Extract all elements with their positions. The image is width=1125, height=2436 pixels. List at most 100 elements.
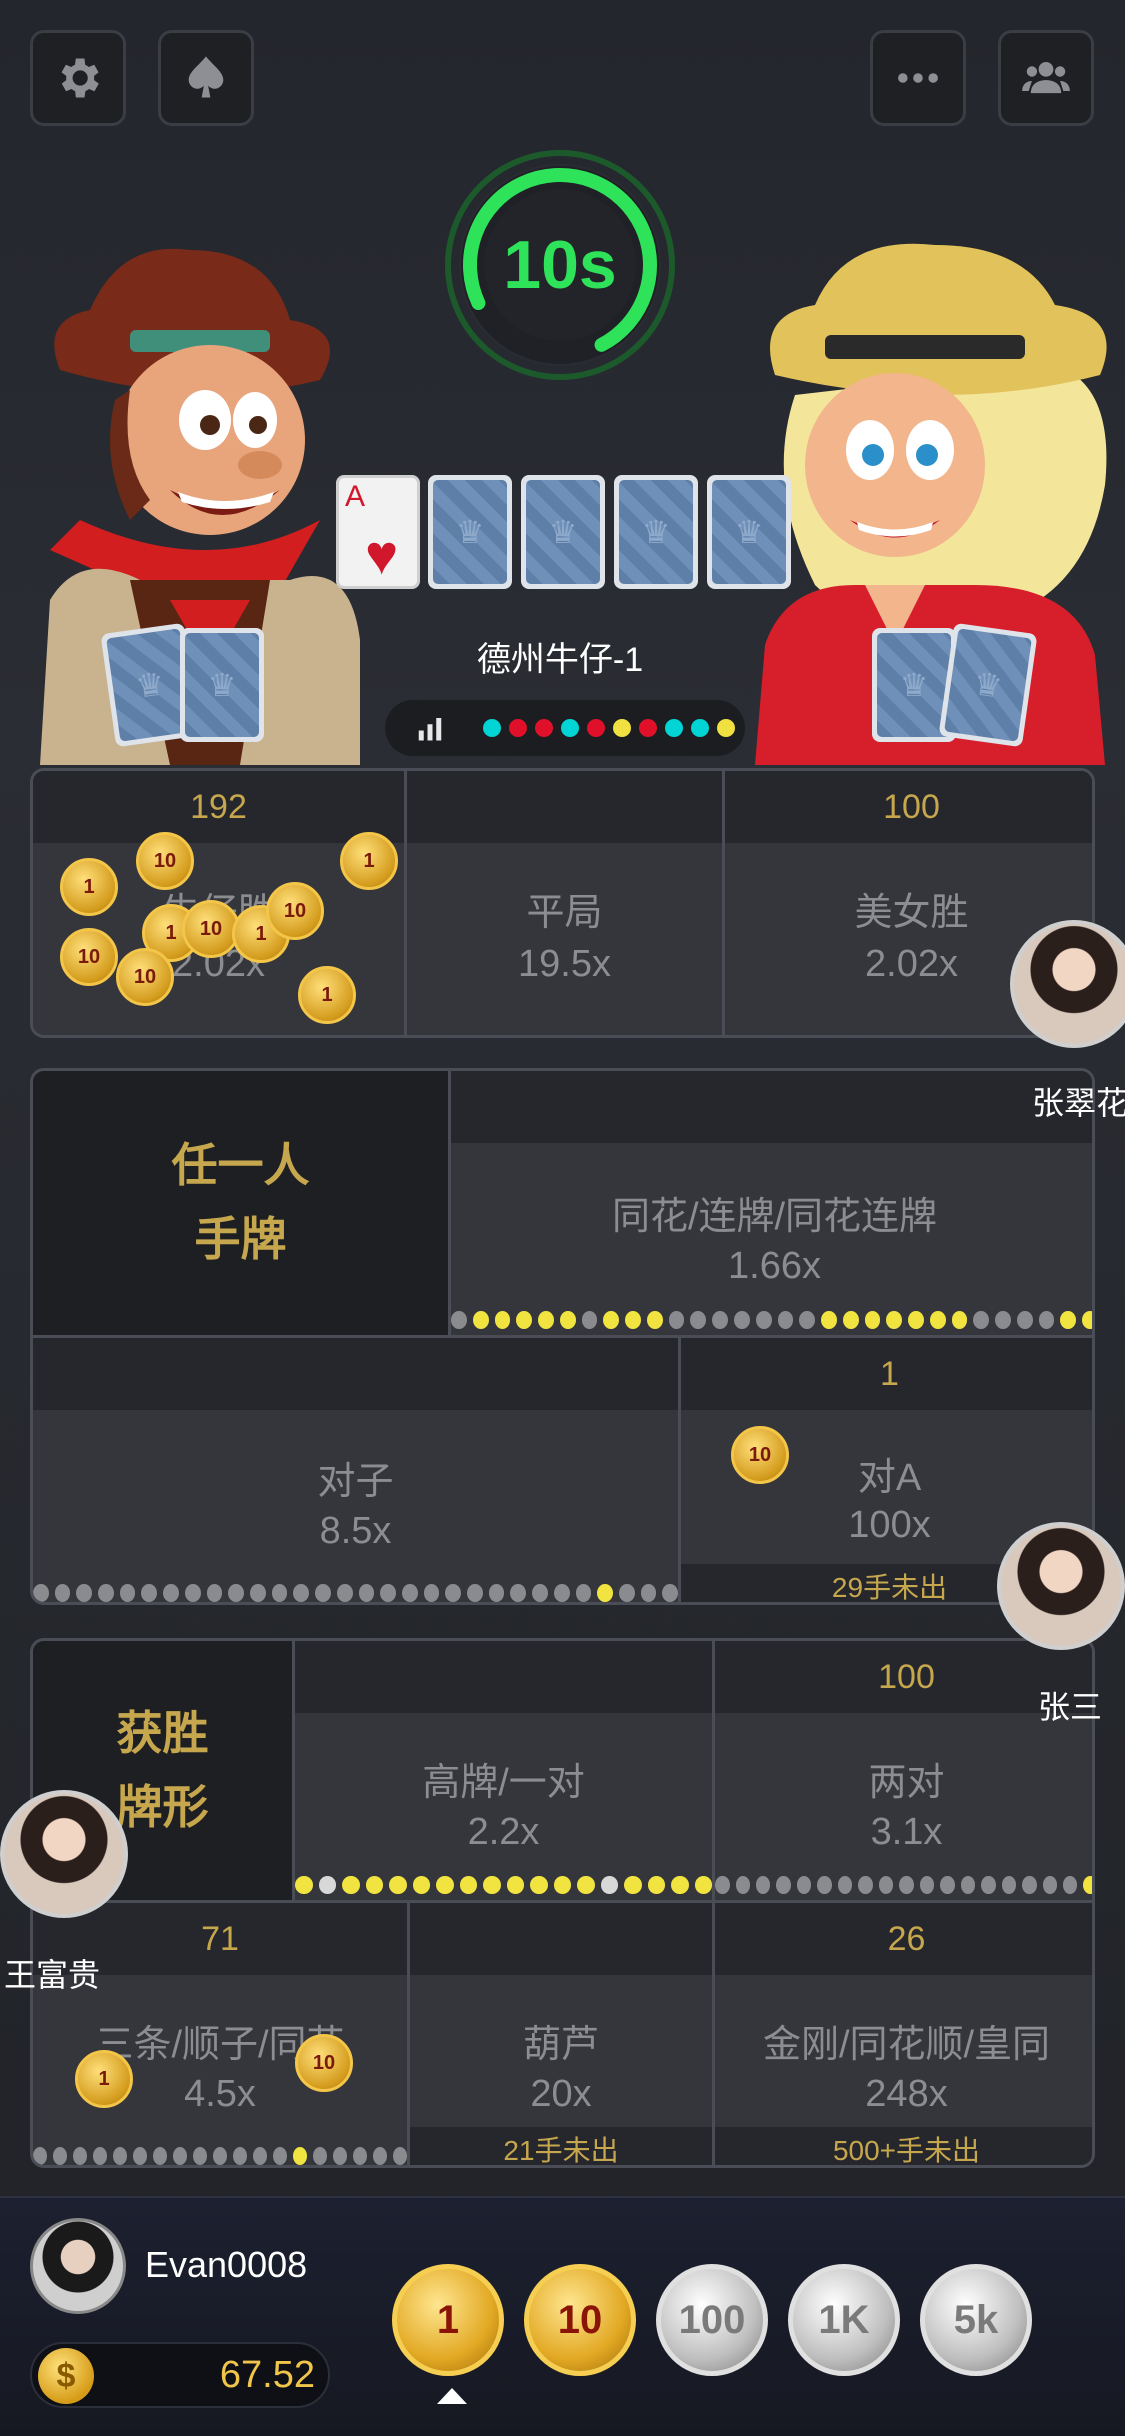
trend-dot [532,1584,548,1602]
trend-dot [141,1584,158,1602]
bet-flush-straight[interactable]: 同花/连牌/同花连牌 1.66x [451,1071,1092,1338]
trend-dot [445,1584,462,1602]
trend-dot [1063,1876,1078,1894]
chip-selector-1k[interactable]: 1K [788,2264,900,2376]
trend-dot [575,1584,592,1602]
trend-dot [837,1876,853,1894]
trend-dot [776,1876,791,1894]
chip-selector-5k[interactable]: 5k [920,2264,1032,2376]
bet-chip: 10 [116,948,174,1006]
bet-chip: 10 [731,1426,789,1484]
chip-selector-100[interactable]: 100 [656,2264,768,2376]
bet-name: 葫芦 [522,2024,599,2066]
trend-dot [1001,1876,1017,1894]
player-avatar[interactable] [997,1522,1125,1650]
bet-odds: 248x [865,2073,948,2115]
community-card-back: ♛ [614,475,698,589]
trend-dots [33,2147,407,2165]
trend-dot [249,1584,266,1602]
trend-dots [33,1584,679,1602]
history-dot [561,719,579,737]
bet-amount: 1 [681,1338,1092,1410]
my-avatar[interactable] [30,2218,126,2314]
trend-dot [951,1311,968,1329]
trend-dot [530,1876,548,1894]
bar-chart-icon [418,718,442,741]
trend-dot [929,1311,946,1329]
bet-two-pair[interactable]: 100 两对 3.1x [715,1641,1092,1903]
bet-chip: 1 [298,966,356,1024]
trend-dot [625,1311,641,1329]
trend-dot [467,1584,483,1602]
players-button[interactable] [998,30,1094,126]
trend-dot [271,1584,288,1602]
trend-dot [373,2147,387,2165]
trend-dot [538,1311,554,1329]
trend-dot [73,2147,87,2165]
trend-dot [98,1584,114,1602]
trend-dot [318,1876,336,1894]
trend-dot [54,1584,71,1602]
bet-name: 金刚/同花顺/皇同 [762,2024,1051,2066]
trend-dot [796,1876,812,1894]
section-label-line: 任一人 [171,1139,310,1192]
trend-dot [353,2147,367,2165]
bet-chip: 1 [60,858,118,916]
more-button[interactable] [870,30,966,126]
bet-high-card-pair[interactable]: 高牌/一对 2.2x [295,1641,715,1903]
history-dot [535,719,553,737]
trend-dot [600,1876,618,1894]
bet-quads-royal[interactable]: 26 金刚/同花顺/皇同 248x 500+手未出 [715,1903,1092,2165]
result-history[interactable] [385,700,745,756]
bet-odds: 19.5x [518,943,611,985]
rules-button[interactable] [158,30,254,126]
trend-dot [228,1584,244,1602]
trend-dot [516,1311,533,1329]
trend-dot [618,1584,635,1602]
trend-dot [553,1584,570,1602]
chip-selector-10[interactable]: 10 [524,2264,636,2376]
bet-trips-straight-flush[interactable]: 71 三条/顺子/同花 4.5x [33,1903,410,2165]
trend-dot [671,1876,689,1894]
trend-dot [33,2147,47,2165]
trend-dot [206,1584,223,1602]
trend-dot [755,1876,771,1894]
winner-bet-panel: 192 牛仔胜 2.02x 平局 19.5x 100 美女胜 2.02x [30,768,1095,1038]
winning-hand-panel: 获胜 牌形 高牌/一对 2.2x 100 两对 3.1x 71 三条/顺子/同花… [30,1638,1095,2168]
trend-dot [153,2147,167,2165]
trend-dot [293,2147,307,2165]
bet-odds: 20x [530,2073,592,2115]
player-avatar[interactable] [0,1790,128,1918]
trend-dot [436,1876,454,1894]
section-label-line: 获胜 [116,1706,209,1759]
bet-name: 美女胜 [854,892,969,934]
bet-name: 对子 [317,1461,394,1503]
player-name: 张三 [1038,1689,1103,1725]
trend-dot [919,1876,935,1894]
bet-full-house[interactable]: 葫芦 20x 21手未出 [410,1903,715,2165]
my-name: Evan0008 [145,2244,308,2285]
settings-button[interactable] [30,30,126,126]
trend-dot [423,1584,440,1602]
chip-selector-1[interactable]: 1 [392,2264,504,2376]
trend-dot [755,1311,772,1329]
bet-amount [451,1071,1092,1143]
trend-dot [459,1876,477,1894]
bet-pair[interactable]: 对子 8.5x [33,1338,681,1602]
trend-dot [451,1311,467,1329]
trend-dot [624,1876,642,1894]
bet-amount: 26 [715,1903,1092,1975]
trend-dot [336,1584,353,1602]
bet-amount [33,1338,678,1410]
trend-dot [494,1311,511,1329]
history-dot [483,719,501,737]
hole-cards-section-label: 任一人 手牌 [33,1071,451,1338]
cowgirl-hole-card: ♛ [938,622,1038,748]
bet-name: 同花/连牌/同花连牌 [611,1196,938,1238]
trend-dot [483,1876,501,1894]
trend-dots [295,1876,712,1894]
bet-draw[interactable]: 平局 19.5x [407,771,725,1035]
bet-chip: 10 [60,928,118,986]
history-dot [613,719,631,737]
cold-streak: 500+手未出 [715,2127,1092,2165]
